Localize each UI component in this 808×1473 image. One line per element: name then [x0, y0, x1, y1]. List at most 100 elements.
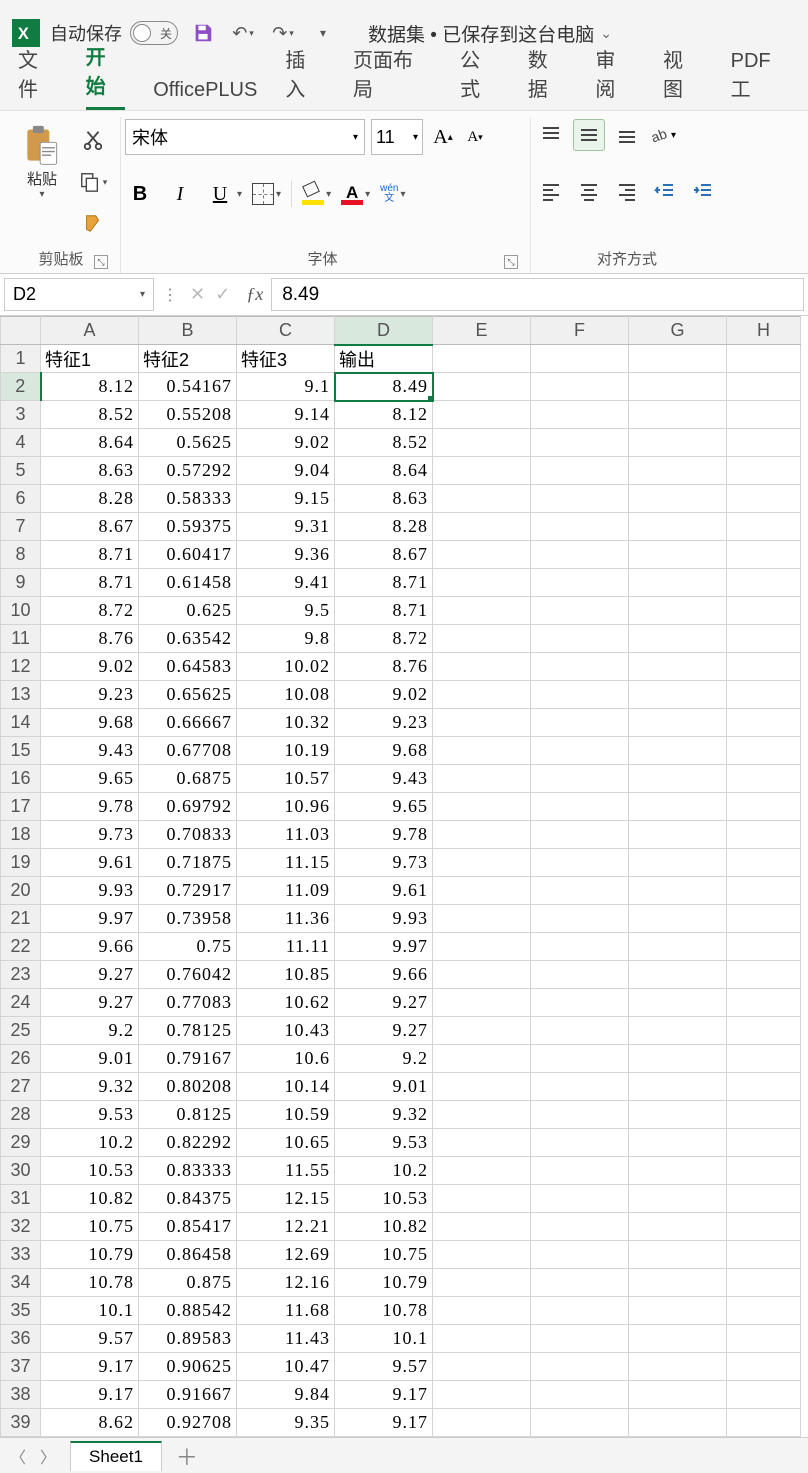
document-title[interactable]: 数据集 • 已保存到这台电脑 ⌄: [368, 20, 612, 47]
cell[interactable]: [433, 1409, 531, 1437]
cell[interactable]: 0.80208: [139, 1073, 237, 1101]
row-header[interactable]: 19: [1, 849, 41, 877]
cell[interactable]: [727, 793, 801, 821]
cell[interactable]: [531, 1381, 629, 1409]
cancel-formula-button[interactable]: ✕: [190, 284, 205, 305]
cell[interactable]: [629, 597, 727, 625]
cell[interactable]: 8.71: [41, 541, 139, 569]
cell[interactable]: [531, 765, 629, 793]
decrease-indent-button[interactable]: [649, 175, 681, 207]
tab-formulas[interactable]: 公式: [460, 44, 500, 110]
borders-button[interactable]: ▾: [252, 183, 281, 205]
cell[interactable]: 10.59: [237, 1101, 335, 1129]
cell[interactable]: [629, 849, 727, 877]
row-header[interactable]: 8: [1, 541, 41, 569]
cell[interactable]: [433, 1101, 531, 1129]
cell[interactable]: [629, 345, 727, 373]
font-name-select[interactable]: 宋体▾: [125, 119, 365, 155]
cell[interactable]: [629, 765, 727, 793]
row-header[interactable]: 9: [1, 569, 41, 597]
cell[interactable]: 0.65625: [139, 681, 237, 709]
cut-button[interactable]: [76, 123, 110, 157]
cell[interactable]: 9.23: [335, 709, 433, 737]
clipboard-dialog-launcher[interactable]: ⤡: [94, 255, 108, 269]
cell[interactable]: [629, 1017, 727, 1045]
cell[interactable]: 0.72917: [139, 877, 237, 905]
row-header[interactable]: 33: [1, 1241, 41, 1269]
cell[interactable]: 9.04: [237, 457, 335, 485]
cell[interactable]: [531, 625, 629, 653]
cell[interactable]: [531, 933, 629, 961]
cell[interactable]: [531, 821, 629, 849]
cell[interactable]: 11.11: [237, 933, 335, 961]
column-header-H[interactable]: H: [727, 317, 801, 345]
cell[interactable]: [531, 709, 629, 737]
row-header[interactable]: 17: [1, 793, 41, 821]
cell[interactable]: 9.93: [335, 905, 433, 933]
cell[interactable]: [433, 1297, 531, 1325]
cell[interactable]: 10.43: [237, 1017, 335, 1045]
cell[interactable]: 9.43: [335, 765, 433, 793]
cell[interactable]: [629, 1045, 727, 1073]
select-all-corner[interactable]: [1, 317, 41, 345]
cell[interactable]: 0.73958: [139, 905, 237, 933]
cell[interactable]: [727, 429, 801, 457]
cell[interactable]: [531, 1241, 629, 1269]
phonetic-button[interactable]: wén文▾: [380, 184, 405, 204]
cell[interactable]: [531, 541, 629, 569]
cell[interactable]: 特征1: [41, 345, 139, 373]
cell[interactable]: [433, 849, 531, 877]
row-header[interactable]: 34: [1, 1269, 41, 1297]
row-header[interactable]: 35: [1, 1297, 41, 1325]
cell[interactable]: [433, 1017, 531, 1045]
orientation-button[interactable]: ab▾: [649, 119, 676, 151]
row-header[interactable]: 7: [1, 513, 41, 541]
cell[interactable]: 9.02: [41, 653, 139, 681]
cell[interactable]: 8.71: [335, 569, 433, 597]
cell[interactable]: 9.43: [41, 737, 139, 765]
cell[interactable]: [727, 401, 801, 429]
cell[interactable]: [629, 1353, 727, 1381]
underline-button[interactable]: U▾: [205, 179, 242, 209]
cell[interactable]: 8.12: [41, 373, 139, 401]
cell[interactable]: 9.73: [41, 821, 139, 849]
row-header[interactable]: 13: [1, 681, 41, 709]
cell[interactable]: 9.32: [41, 1073, 139, 1101]
cell[interactable]: [433, 513, 531, 541]
cell[interactable]: [629, 569, 727, 597]
tab-data[interactable]: 数据: [528, 44, 568, 110]
row-header[interactable]: 25: [1, 1017, 41, 1045]
column-header-B[interactable]: B: [139, 317, 237, 345]
tab-officeplus[interactable]: OfficePLUS: [153, 79, 257, 110]
column-header-D[interactable]: D: [335, 317, 433, 345]
tab-view[interactable]: 视图: [663, 44, 703, 110]
tab-pdf[interactable]: PDF工: [731, 50, 790, 110]
cell[interactable]: [433, 793, 531, 821]
cell[interactable]: [433, 709, 531, 737]
cell[interactable]: [727, 1241, 801, 1269]
cell[interactable]: 0.69792: [139, 793, 237, 821]
cell[interactable]: 10.75: [335, 1241, 433, 1269]
cell[interactable]: [531, 1073, 629, 1101]
cell[interactable]: 10.65: [237, 1129, 335, 1157]
cell[interactable]: [727, 1353, 801, 1381]
cell[interactable]: [531, 849, 629, 877]
cell[interactable]: [433, 1185, 531, 1213]
cell[interactable]: [531, 429, 629, 457]
cell[interactable]: 9.61: [41, 849, 139, 877]
cell[interactable]: [727, 541, 801, 569]
row-header[interactable]: 6: [1, 485, 41, 513]
sheet-tab-sheet1[interactable]: Sheet1: [70, 1441, 162, 1471]
cell[interactable]: 0.6875: [139, 765, 237, 793]
column-header-A[interactable]: A: [41, 317, 139, 345]
cell[interactable]: [629, 1101, 727, 1129]
cell[interactable]: [433, 1353, 531, 1381]
cell[interactable]: [433, 373, 531, 401]
cell[interactable]: 11.43: [237, 1325, 335, 1353]
cell[interactable]: 8.72: [41, 597, 139, 625]
cell[interactable]: [531, 457, 629, 485]
align-right-button[interactable]: [611, 175, 643, 207]
fx-icon[interactable]: ƒx: [238, 274, 271, 315]
tab-layout[interactable]: 页面布局: [353, 44, 432, 110]
cell[interactable]: [433, 961, 531, 989]
